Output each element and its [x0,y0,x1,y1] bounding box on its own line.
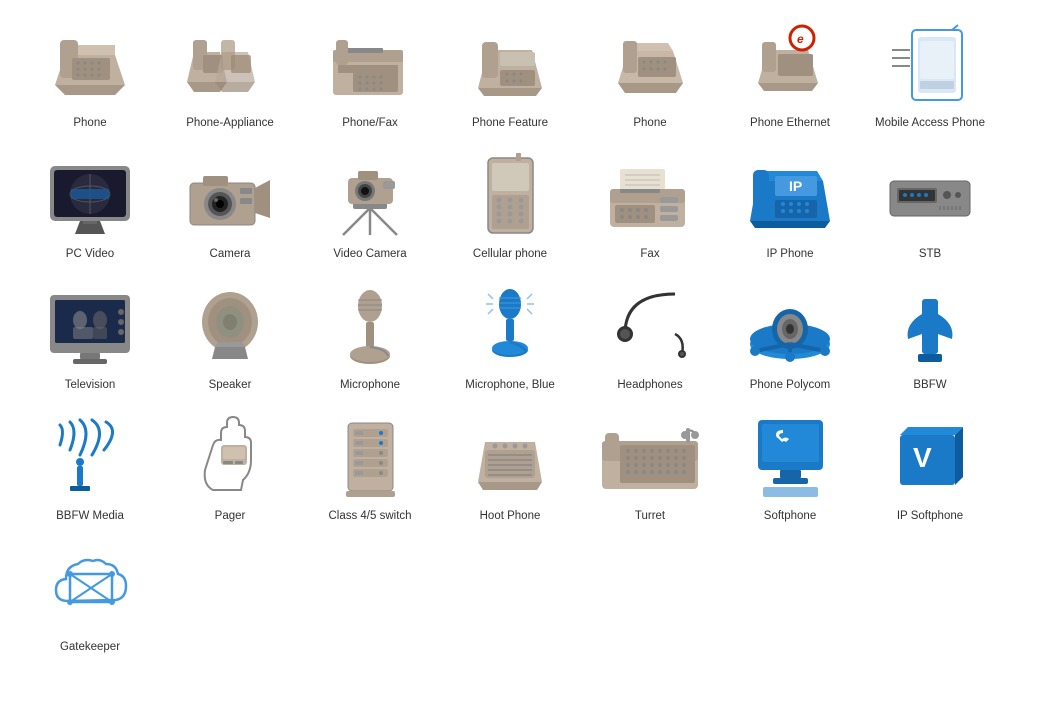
label-mobile-access-phone: Mobile Access Phone [875,116,985,131]
label-ip-phone: IP Phone [766,247,813,262]
item-phone-feature[interactable]: Phone Feature [440,10,580,141]
item-bbfw-media[interactable]: BBFW Media [20,403,160,534]
label-microphone-blue: Microphone, Blue [465,378,555,393]
item-speaker[interactable]: Speaker [160,272,300,403]
label-phone2: Phone [633,116,666,131]
item-pc-video[interactable]: PC Video [20,141,160,272]
item-cellular-phone[interactable]: Cellular phone [440,141,580,272]
svg-text:V: V [913,442,932,473]
item-stb[interactable]: STB [860,141,1000,272]
label-headphones: Headphones [617,378,682,393]
item-camera[interactable]: Camera [160,141,300,272]
label-phone-feature: Phone Feature [472,116,548,131]
label-pc-video: PC Video [66,247,114,262]
item-microphone-blue[interactable]: Microphone, Blue [440,272,580,403]
item-phone-ethernet[interactable]: e Phone Ethernet [720,10,860,141]
label-turret: Turret [635,509,665,524]
item-hoot-phone[interactable]: Hoot Phone [440,403,580,534]
label-camera: Camera [210,247,251,262]
item-phone2[interactable]: Phone [580,10,720,141]
label-phone-fax: Phone/Fax [342,116,398,131]
label-microphone: Microphone [340,378,400,393]
label-ip-softphone: IP Softphone [897,509,963,524]
item-mobile-access-phone[interactable]: Mobile Access Phone [860,10,1000,141]
item-fax[interactable]: Fax [580,141,720,272]
label-pager: Pager [215,509,246,524]
item-headphones[interactable]: Headphones [580,272,720,403]
item-ip-softphone[interactable]: V IP Softphone [860,403,1000,534]
label-speaker: Speaker [209,378,252,393]
item-television[interactable]: Television [20,272,160,403]
item-pager[interactable]: Pager [160,403,300,534]
item-microphone[interactable]: Microphone [300,272,440,403]
item-class-switch[interactable]: Class 4/5 switch [300,403,440,534]
icon-grid: Phone Phone-Appliance [0,0,1048,675]
label-television: Television [65,378,116,393]
label-class-switch: Class 4/5 switch [328,509,411,524]
label-phone: Phone [73,116,106,131]
label-phone-polycom: Phone Polycom [750,378,831,393]
svg-text:IP: IP [789,178,802,194]
label-bbfw-media: BBFW Media [56,509,124,524]
svg-text:e: e [797,32,804,46]
item-phone-fax[interactable]: Phone/Fax [300,10,440,141]
item-gatekeeper[interactable]: Gatekeeper [20,534,160,665]
item-phone[interactable]: Phone [20,10,160,141]
label-cellular-phone: Cellular phone [473,247,547,262]
item-video-camera[interactable]: Video Camera [300,141,440,272]
label-phone-ethernet: Phone Ethernet [750,116,830,131]
label-video-camera: Video Camera [333,247,406,262]
item-bbfw[interactable]: BBFW [860,272,1000,403]
label-hoot-phone: Hoot Phone [480,509,541,524]
item-turret[interactable]: Turret [580,403,720,534]
label-phone-appliance: Phone-Appliance [186,116,274,131]
label-gatekeeper: Gatekeeper [60,640,120,655]
item-phone-polycom[interactable]: Phone Polycom [720,272,860,403]
item-ip-phone[interactable]: IP IP Phone [720,141,860,272]
item-softphone[interactable]: Softphone [720,403,860,534]
item-phone-appliance[interactable]: Phone-Appliance [160,10,300,141]
label-bbfw: BBFW [913,378,946,393]
label-fax: Fax [640,247,659,262]
label-softphone: Softphone [764,509,816,524]
label-stb: STB [919,247,941,262]
